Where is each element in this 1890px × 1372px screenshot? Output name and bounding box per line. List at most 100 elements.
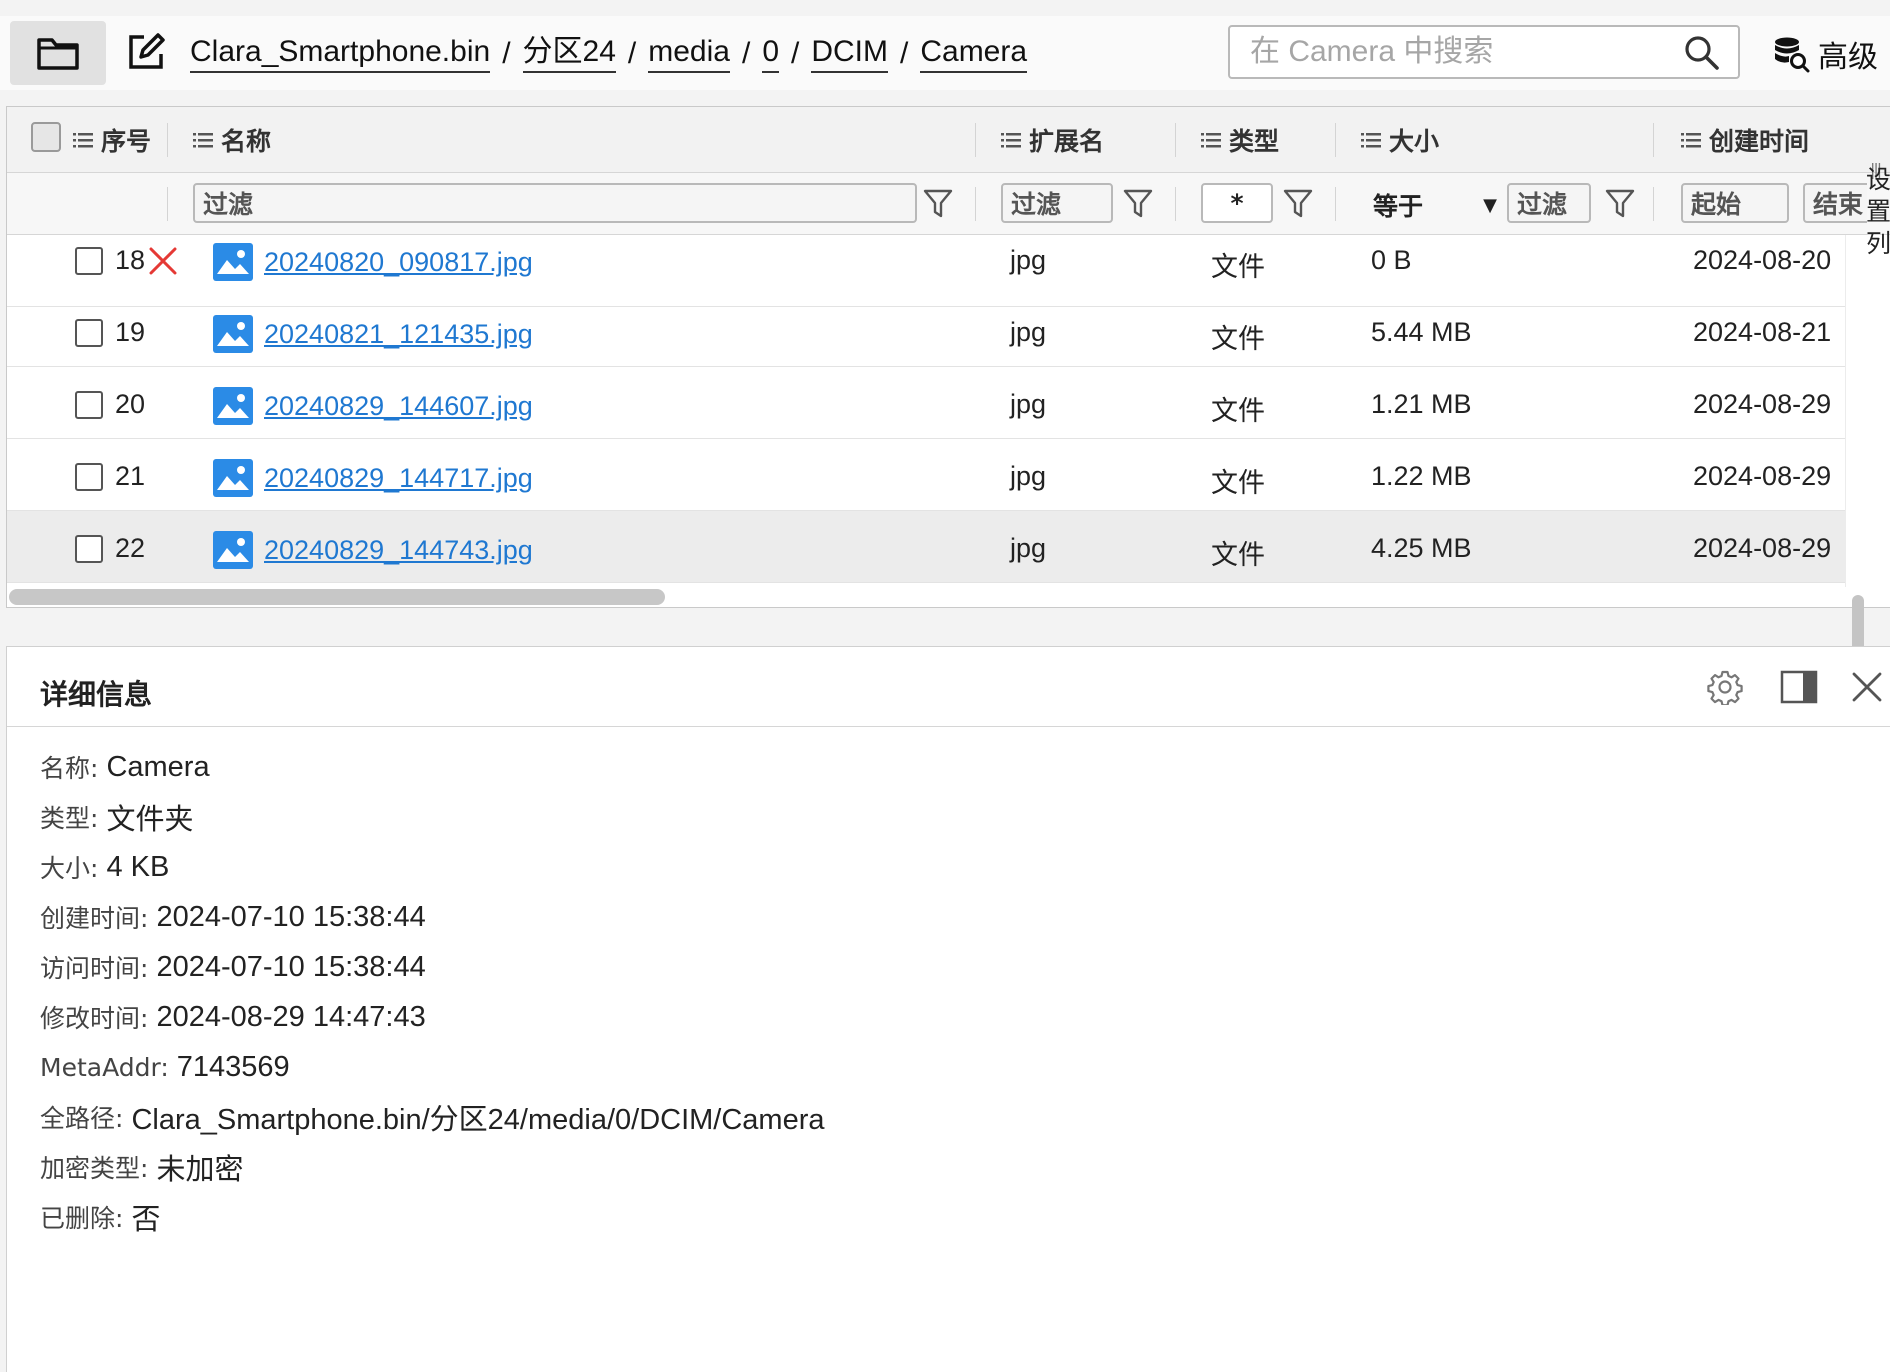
settings-button[interactable] xyxy=(1705,667,1745,707)
breadcrumb-item[interactable]: Camera xyxy=(920,35,1028,73)
table-row-selected[interactable]: 22 20240829_144743.jpg jpg 文件 4.25 MB 20… xyxy=(7,511,1845,583)
column-divider[interactable] xyxy=(975,123,976,157)
file-name-link[interactable]: 20240820_090817.jpg xyxy=(264,247,533,278)
table-row[interactable]: 19 20240821_121435.jpg jpg 文件 5.44 MB 20… xyxy=(7,295,1845,367)
property-row: 全路径: Clara_Smartphone.bin/分区24/media/0/D… xyxy=(40,1097,825,1137)
toggle-panel-button[interactable] xyxy=(1779,667,1819,707)
row-checkbox[interactable] xyxy=(75,535,103,563)
row-index: 18 xyxy=(115,245,146,275)
image-file-icon xyxy=(213,387,253,425)
property-value: Clara_Smartphone.bin/分区24/media/0/DCIM/C… xyxy=(131,1104,825,1136)
close-button[interactable] xyxy=(1847,667,1887,707)
column-menu-icon[interactable] xyxy=(1201,132,1221,148)
filter-icon[interactable] xyxy=(1123,188,1153,220)
row-checkbox[interactable] xyxy=(75,391,103,419)
column-menu-icon[interactable] xyxy=(1361,132,1381,148)
column-menu-icon[interactable] xyxy=(1001,132,1021,148)
column-menu-icon[interactable] xyxy=(193,132,213,148)
property-value: 2024-07-10 15:38:44 xyxy=(156,950,426,983)
breadcrumb-item[interactable]: Clara_Smartphone.bin xyxy=(190,35,491,73)
property-row: 大小: 4 KB xyxy=(40,847,169,887)
file-size: 1.21 MB xyxy=(1371,389,1472,419)
property-value: 7143569 xyxy=(176,1050,290,1083)
row-index: 21 xyxy=(115,461,146,491)
type-filter-input[interactable]: * xyxy=(1201,183,1273,223)
advanced-search-button[interactable]: 高级 xyxy=(1772,34,1878,75)
image-file-icon xyxy=(213,531,253,569)
search-input[interactable] xyxy=(1250,33,1650,71)
created-start-input[interactable]: 起始 xyxy=(1681,183,1789,223)
size-filter-input[interactable]: 过滤 xyxy=(1507,183,1591,223)
property-value: 2024-07-10 15:38:44 xyxy=(156,900,426,933)
edit-path-button[interactable] xyxy=(126,32,166,72)
column-divider xyxy=(1653,187,1654,221)
column-settings-tab[interactable]: 设置列 xyxy=(1866,164,1890,260)
column-divider xyxy=(1175,187,1176,221)
filter-icon[interactable] xyxy=(1605,188,1635,220)
column-divider[interactable] xyxy=(1175,123,1176,157)
file-name-link[interactable]: 20240829_144717.jpg xyxy=(264,463,533,494)
file-type: 文件 xyxy=(1211,252,1265,282)
filter-icon[interactable] xyxy=(923,188,953,220)
column-header-type[interactable]: 类型 xyxy=(1201,124,1279,156)
column-label: 序号 xyxy=(101,127,152,156)
column-header-extension[interactable]: 扩展名 xyxy=(1001,124,1104,156)
breadcrumb-item[interactable]: 分区24 xyxy=(522,35,616,73)
property-value: 未加密 xyxy=(156,1154,244,1186)
created-end-input[interactable]: 结束 xyxy=(1803,183,1867,223)
horizontal-scroll-thumb[interactable] xyxy=(9,589,665,605)
property-row: 修改时间: 2024-08-29 14:47:43 xyxy=(40,997,426,1037)
vertical-scrollbar[interactable] xyxy=(1845,235,1890,685)
column-header-size[interactable]: 大小 xyxy=(1361,124,1439,156)
column-header-name[interactable]: 名称 xyxy=(193,124,271,156)
table-body: 18 20240820_090817.jpg jpg 文件 0 B 2024-0… xyxy=(7,235,1845,583)
file-size: 1.22 MB xyxy=(1371,461,1472,491)
breadcrumb-item[interactable]: media xyxy=(648,35,730,73)
breadcrumb-separator: / xyxy=(502,37,511,70)
column-divider xyxy=(167,187,168,221)
column-divider[interactable] xyxy=(167,123,168,157)
select-all-checkbox[interactable] xyxy=(31,122,61,152)
property-key: 访问时间: xyxy=(40,954,149,983)
column-divider xyxy=(1335,187,1336,221)
breadcrumb: Clara_Smartphone.bin / 分区24 / media / 0 … xyxy=(190,31,1028,77)
row-checkbox[interactable] xyxy=(75,463,103,491)
file-extension: jpg xyxy=(1010,245,1047,275)
details-title: 详细信息 xyxy=(40,678,153,711)
column-divider[interactable] xyxy=(1335,123,1336,157)
image-file-icon xyxy=(213,459,253,497)
column-header-created-time[interactable]: 创建时间 xyxy=(1681,124,1809,156)
row-checkbox[interactable] xyxy=(75,247,103,275)
file-extension: jpg xyxy=(1010,461,1047,491)
column-divider[interactable] xyxy=(1653,123,1654,157)
breadcrumb-separator: / xyxy=(741,37,751,70)
size-operator-select[interactable]: 等于 ▼ xyxy=(1373,189,1497,221)
file-created-time: 2024-08-20 xyxy=(1693,245,1832,275)
table-row[interactable]: 20 20240829_144607.jpg jpg 文件 1.21 MB 20… xyxy=(7,367,1845,439)
file-name-link[interactable]: 20240821_121435.jpg xyxy=(264,319,533,350)
column-header-index[interactable]: 序号 xyxy=(73,124,151,156)
column-menu-icon[interactable] xyxy=(1681,132,1701,148)
filter-icon[interactable] xyxy=(1283,188,1313,220)
property-key: 加密类型: xyxy=(40,1154,149,1183)
breadcrumb-item[interactable]: 0 xyxy=(762,35,779,73)
breadcrumb-item[interactable]: DCIM xyxy=(811,35,888,73)
deleted-x-icon xyxy=(149,247,177,275)
column-menu-icon[interactable] xyxy=(73,132,93,148)
extension-filter-input[interactable]: 过滤 xyxy=(1001,183,1113,223)
horizontal-scrollbar[interactable] xyxy=(7,585,1845,607)
name-filter-input[interactable]: 过滤 xyxy=(193,183,917,223)
property-key: 已删除: xyxy=(40,1204,124,1233)
file-name-link[interactable]: 20240829_144607.jpg xyxy=(264,391,533,422)
table-row[interactable]: 21 20240829_144717.jpg jpg 文件 1.22 MB 20… xyxy=(7,439,1845,511)
search-icon[interactable] xyxy=(1684,35,1720,71)
details-panel: 详细信息 名称: Camera 类型: 文件夹 大小: 4 KB 创建时间: 2… xyxy=(6,646,1890,1372)
folder-button[interactable] xyxy=(10,21,106,85)
file-created-time: 2024-08-29 xyxy=(1693,389,1832,419)
file-name-link[interactable]: 20240829_144743.jpg xyxy=(264,535,533,566)
row-checkbox[interactable] xyxy=(75,319,103,347)
row-index: 22 xyxy=(115,533,146,563)
property-value: 否 xyxy=(131,1204,161,1236)
property-row: 访问时间: 2024-07-10 15:38:44 xyxy=(40,947,426,987)
breadcrumb-separator: / xyxy=(627,37,637,70)
